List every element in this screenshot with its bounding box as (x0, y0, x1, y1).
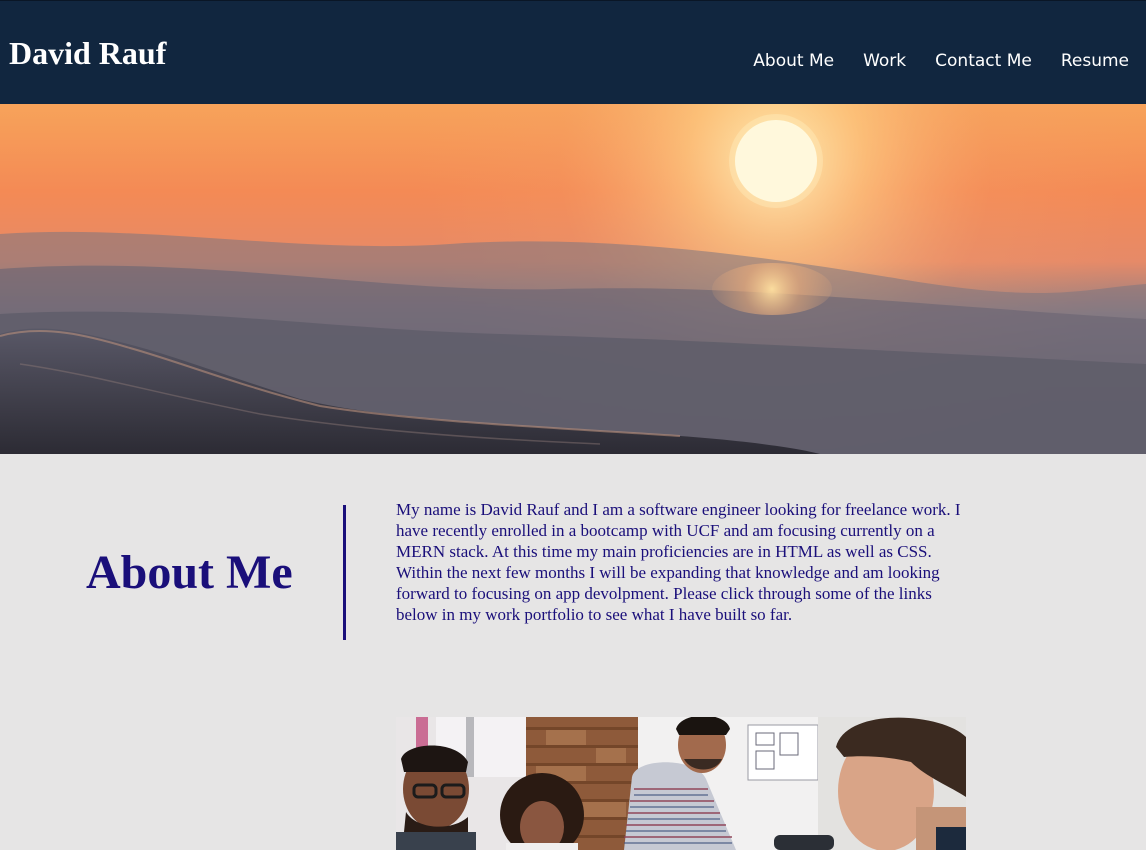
nav-link-contact-me[interactable]: Contact Me (935, 49, 1032, 73)
hero-image (0, 104, 1146, 454)
nav-link-resume[interactable]: Resume (1061, 49, 1129, 73)
about-me-text: My name is David Rauf and I am a softwar… (396, 500, 961, 624)
about-divider (343, 505, 346, 640)
site-brand[interactable]: David Rauf (9, 34, 166, 72)
team-collaboration-illustration (396, 717, 966, 850)
main-nav: About Me Work Contact Me Resume (724, 49, 1129, 73)
nav-link-work[interactable]: Work (863, 49, 906, 73)
site-header: David Rauf About Me Work Contact Me Resu… (0, 0, 1146, 104)
work-team-photo[interactable] (396, 717, 966, 850)
nav-link-about-me[interactable]: About Me (753, 49, 834, 73)
about-me-heading: About Me (86, 546, 293, 599)
hero-sunset-ocean-illustration (0, 104, 1146, 454)
